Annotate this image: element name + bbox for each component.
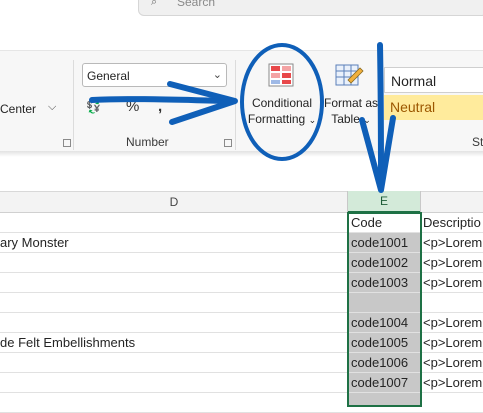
chevron-down-icon: ⌄ — [212, 69, 222, 81]
number-format-select[interactable]: General ⌄ — [82, 63, 227, 87]
table-row: Code Descriptio — [0, 213, 483, 233]
comma-style-icon[interactable]: , — [158, 97, 162, 117]
chevron-down-icon[interactable]: ⌵ — [48, 101, 56, 114]
table-row: de Felt Embellishments code1005 <p>Lorem — [0, 333, 483, 353]
search-box[interactable]: ⌕ Search — [138, 0, 483, 16]
format-as-table-line1: Format as — [323, 96, 378, 110]
column-divider[interactable] — [420, 191, 421, 213]
cell-f[interactable]: <p>Lorem — [423, 313, 483, 333]
formula-bar-area — [0, 157, 483, 189]
cell-f[interactable]: <p>Lorem — [423, 353, 483, 373]
cell-e[interactable] — [349, 293, 420, 313]
cell-d[interactable] — [0, 273, 348, 293]
cell-e[interactable]: code1004 — [349, 313, 420, 333]
table-row: code1003 <p>Lorem — [0, 273, 483, 293]
table-row: code1002 <p>Lorem — [0, 253, 483, 273]
cell-d[interactable] — [0, 373, 348, 393]
cell-d[interactable]: ary Monster — [0, 233, 348, 253]
table-row: code1007 <p>Lorem — [0, 373, 483, 393]
cell-d[interactable]: de Felt Embellishments — [0, 333, 348, 353]
cell-e[interactable]: Code — [349, 213, 420, 233]
cell-d[interactable] — [0, 253, 348, 273]
cell-e[interactable]: code1005 — [349, 333, 420, 353]
cell-f[interactable]: <p>Lorem — [423, 273, 483, 293]
merge-center-button-label[interactable]: Center — [0, 102, 36, 116]
number-group-label: Number — [126, 135, 169, 149]
format-as-table-line2: Table — [331, 112, 360, 126]
cell-e[interactable]: code1001 — [349, 233, 420, 253]
table-row — [0, 293, 483, 313]
table-row: code1004 <p>Lorem — [0, 313, 483, 333]
chevron-down-icon: ⌄ — [308, 115, 317, 125]
cell-f[interactable]: Descriptio — [423, 213, 483, 233]
table-row: ary Monster code1001 <p>Lorem — [0, 233, 483, 253]
cell-e[interactable]: code1002 — [349, 253, 420, 273]
cell-f[interactable]: <p>Lorem — [423, 333, 483, 353]
number-format-value: General — [87, 69, 130, 83]
conditional-formatting-line1: Conditional — [251, 96, 313, 110]
cell-style-normal[interactable]: Normal — [384, 67, 483, 93]
cell-f[interactable]: <p>Lorem — [423, 373, 483, 393]
search-placeholder: Search — [177, 0, 216, 9]
cell-d[interactable] — [0, 393, 348, 413]
cell-f[interactable]: <p>Lorem — [423, 253, 483, 273]
cell-grid: Code Descriptio ary Monster code1001 <p>… — [0, 213, 483, 413]
column-header-e[interactable]: E — [348, 191, 420, 213]
cell-e[interactable] — [349, 393, 420, 413]
column-header-d[interactable]: D — [0, 191, 348, 213]
chevron-down-icon: ⌄ — [363, 115, 371, 125]
format-as-table-icon — [335, 64, 364, 86]
cell-d[interactable] — [0, 313, 348, 333]
search-icon: ⌕ — [151, 0, 158, 8]
table-row: code1006 <p>Lorem — [0, 353, 483, 373]
percent-style-icon[interactable]: % — [126, 97, 139, 117]
title-area: ⌕ Search — [0, 0, 483, 50]
conditional-formatting-label[interactable]: Conditional Formatting ⌄ — [242, 95, 322, 128]
cell-d[interactable] — [0, 293, 348, 313]
cell-f[interactable]: <p>Lorem — [423, 233, 483, 253]
conditional-formatting-icon — [268, 63, 294, 87]
ribbon-divider — [73, 60, 74, 150]
table-row — [0, 393, 483, 413]
cell-e[interactable]: code1007 — [349, 373, 420, 393]
cell-f[interactable] — [423, 293, 483, 313]
alignment-dialog-launcher-icon[interactable] — [63, 139, 71, 147]
styles-group-label: St — [472, 135, 483, 149]
number-dialog-launcher-icon[interactable] — [224, 139, 232, 147]
ribbon-divider — [235, 60, 236, 150]
cell-style-neutral[interactable]: Neutral — [384, 95, 483, 120]
conditional-formatting-line2: Formatting — [247, 112, 306, 126]
cell-d[interactable] — [0, 213, 348, 233]
cell-e[interactable]: code1006 — [349, 353, 420, 373]
format-as-table-button[interactable]: Format as Table ⌄ — [321, 95, 381, 128]
cell-d[interactable] — [0, 353, 348, 373]
accounting-format-icon[interactable]: 💱 — [86, 97, 101, 117]
cell-e[interactable]: code1003 — [349, 273, 420, 293]
cell-f[interactable] — [423, 393, 483, 413]
